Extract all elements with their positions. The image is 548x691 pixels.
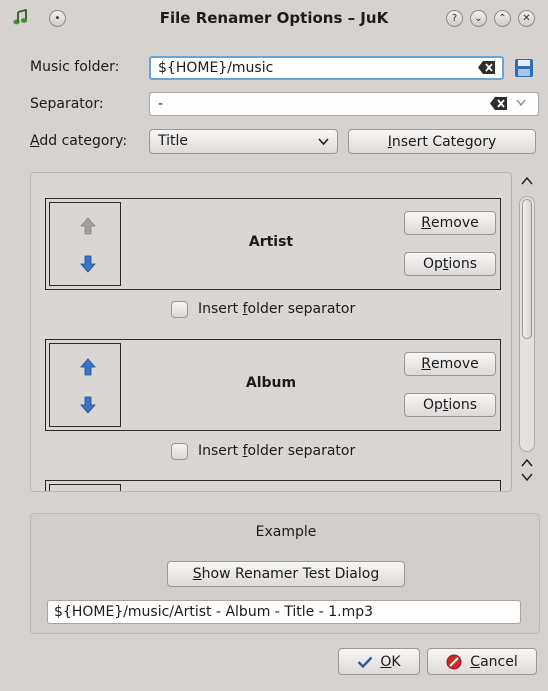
arrow-up-icon[interactable] <box>80 217 96 235</box>
music-folder-label: Music folder: <box>30 59 120 75</box>
help-button[interactable]: ? <box>446 10 463 27</box>
example-title: Example <box>255 524 317 540</box>
folder-separator-checkbox-row[interactable]: Insert folder separator <box>171 298 355 320</box>
maximize-icon: ⌃ <box>498 12 507 24</box>
scroll-up-icon[interactable] <box>521 458 533 468</box>
minimize-button[interactable]: ⌄ <box>470 10 487 27</box>
minimize-icon: ⌄ <box>474 12 483 24</box>
separator-label: Separator: <box>30 96 104 112</box>
folder-separator-checkbox[interactable] <box>171 442 188 460</box>
dialog-window: • File Renamer Options – JuK ? ⌄ ⌃ ✕ Mus… <box>0 0 548 691</box>
category-name: Artist <box>248 234 294 250</box>
cancel-button[interactable]: Cancel <box>427 648 537 675</box>
close-icon: ✕ <box>522 12 531 24</box>
category-selected-value: Title <box>158 133 189 149</box>
category-name: Album <box>245 375 297 391</box>
options-button[interactable]: Op t ions <box>404 393 496 417</box>
chevron-down-icon <box>318 138 329 146</box>
window-title: File Renamer Options – JuK <box>159 9 389 27</box>
chevron-down-icon[interactable] <box>516 99 526 107</box>
insert-category-button[interactable]: Insert Category <box>348 129 536 154</box>
example-group: Example Show Renamer Test Dialog ${HOME}… <box>30 513 540 634</box>
help-icon: ? <box>451 12 458 24</box>
folder-separator-checkbox[interactable] <box>171 300 188 318</box>
floppy-save-icon[interactable] <box>514 58 534 78</box>
arrow-up-icon[interactable] <box>80 358 96 376</box>
separator-combo[interactable]: - <box>149 92 539 116</box>
folder-separator-checkbox-row[interactable]: Insert folder separator <box>171 440 355 462</box>
options-button[interactable]: Op t ions <box>404 252 496 276</box>
stop-icon <box>446 654 462 669</box>
arrow-down-icon[interactable] <box>80 255 96 273</box>
category-select[interactable]: Title <box>149 129 338 154</box>
show-renamer-test-dialog-button[interactable]: Show Renamer Test Dialog <box>167 561 405 587</box>
separator-value: - <box>158 96 164 112</box>
category-item-artist: Artist Remove Op t ions <box>45 198 501 290</box>
maximize-button[interactable]: ⌃ <box>494 10 511 27</box>
arrow-down-icon[interactable] <box>80 396 96 414</box>
folder-separator-label: Insert folder separator <box>198 443 356 459</box>
folder-separator-label: Insert folder separator <box>198 301 356 317</box>
category-scroll-area[interactable]: Artist Remove Op t ions Insert folder sepa… <box>30 172 512 492</box>
move-buttons-box <box>49 484 121 491</box>
remove-button[interactable]: Remove <box>404 352 496 376</box>
close-button[interactable]: ✕ <box>518 10 535 27</box>
scroll-up-icon[interactable] <box>521 176 533 186</box>
category-item-album: Album Remove Op t ions <box>45 339 501 431</box>
clear-text-icon[interactable] <box>478 61 496 74</box>
scroll-down-icon[interactable] <box>521 472 533 482</box>
move-buttons-box <box>49 202 121 286</box>
ok-button[interactable]: OK <box>338 648 420 675</box>
example-result-field[interactable]: ${HOME}/music/Artist - Album - Title - 1… <box>47 600 521 624</box>
title-bar[interactable]: • File Renamer Options – JuK ? ⌄ ⌃ ✕ <box>0 0 548 36</box>
scrollbar-track[interactable] <box>519 196 535 452</box>
add-category-label: Add category: <box>30 133 128 149</box>
example-result-text: ${HOME}/music/Artist - Album - Title - 1… <box>54 604 374 620</box>
category-item-partial <box>45 480 501 491</box>
move-buttons-box <box>49 343 121 427</box>
music-folder-input[interactable]: ${HOME}/music <box>149 56 504 80</box>
checkmark-icon <box>358 656 373 668</box>
remove-button[interactable]: Remove <box>404 211 496 235</box>
music-folder-value: ${HOME}/music <box>158 60 274 76</box>
vertical-scrollbar[interactable] <box>516 174 542 490</box>
clear-text-icon[interactable] <box>490 97 508 110</box>
scrollbar-handle[interactable] <box>522 199 532 339</box>
